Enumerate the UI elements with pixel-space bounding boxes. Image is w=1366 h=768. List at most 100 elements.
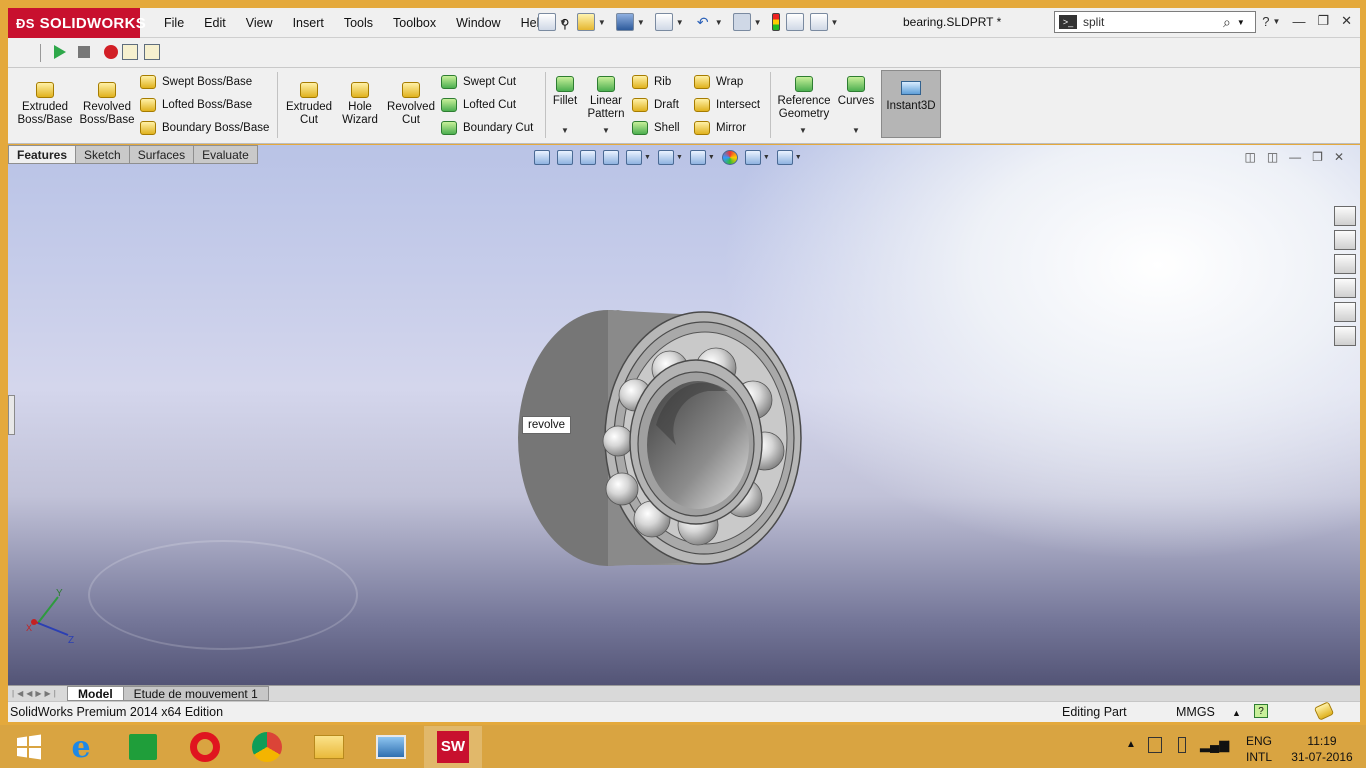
search-box[interactable]: >_ ⌕ ▼ — [1054, 11, 1256, 33]
solidworks-taskbar-button[interactable]: SW — [424, 726, 482, 768]
help-status-icon[interactable]: ? — [1254, 704, 1268, 718]
chevron-down-icon[interactable]: ▼ — [715, 18, 723, 27]
chevron-down-icon[interactable]: ▼ — [676, 18, 684, 27]
menu-insert[interactable]: Insert — [283, 16, 334, 30]
minimize-icon[interactable]: — — [1292, 14, 1305, 29]
menu-tools[interactable]: Tools — [334, 16, 383, 30]
reference-geometry-button[interactable]: Reference Geometry — [774, 76, 834, 121]
chrome-button[interactable] — [238, 726, 296, 768]
linear-pattern-button[interactable]: Linear Pattern — [584, 76, 628, 121]
edition-text: SolidWorks Premium 2014 x64 Edition — [10, 705, 224, 719]
internet-explorer-button[interactable]: e — [52, 726, 110, 768]
revolved-boss-button[interactable]: Revolved Boss/Base — [78, 82, 136, 127]
bearing-model[interactable] — [8, 145, 1360, 685]
open-folder-icon[interactable] — [576, 13, 595, 31]
editing-mode-text: Editing Part — [1062, 705, 1127, 719]
reference-geometry-dropdown-icon[interactable]: ▼ — [799, 126, 807, 135]
mirror-button[interactable]: Mirror — [694, 118, 746, 138]
close-icon[interactable]: ✕ — [1341, 13, 1352, 29]
print-icon[interactable] — [654, 13, 673, 31]
units-chevron-up-icon[interactable]: ▲ — [1232, 708, 1241, 718]
play-macro-icon[interactable] — [54, 45, 66, 59]
lofted-boss-button[interactable]: Lofted Boss/Base — [140, 95, 252, 115]
fillet-button[interactable]: Fillet — [548, 76, 582, 108]
swept-cut-button[interactable]: Swept Cut — [441, 72, 516, 92]
windows-logo-icon — [17, 734, 41, 760]
linear-pattern-dropdown-icon[interactable]: ▼ — [602, 126, 610, 135]
search-icon[interactable]: ⌕ — [1223, 14, 1231, 31]
chevron-down-icon[interactable]: ▼ — [559, 18, 567, 27]
curves-button[interactable]: Curves — [836, 76, 876, 108]
chevron-down-icon[interactable]: ▼ — [831, 18, 839, 27]
draft-button[interactable]: Draft — [632, 95, 679, 115]
unit-system[interactable]: MMGS — [1176, 705, 1215, 719]
action-center-flag-icon[interactable] — [1148, 737, 1162, 753]
hole-wizard-button[interactable]: Hole Wizard — [334, 82, 386, 127]
select-pointer-icon[interactable] — [732, 13, 751, 31]
start-button[interactable] — [0, 726, 58, 768]
new-macro-icon[interactable] — [122, 44, 138, 60]
chevron-down-icon[interactable]: ▼ — [1237, 18, 1245, 27]
solidworks-logo[interactable]: ƉS SOLIDWORKS — [8, 8, 146, 38]
mirror-label: Mirror — [716, 122, 747, 134]
record-macro-icon[interactable] — [104, 45, 118, 59]
extruded-boss-label: Extruded Boss/Base — [17, 101, 73, 126]
battery-icon[interactable] — [1178, 737, 1186, 753]
reference-geometry-label: Reference Geometry — [777, 95, 831, 120]
x-axis-label: X — [26, 623, 32, 633]
swept-boss-button[interactable]: Swept Boss/Base — [140, 72, 252, 92]
shell-icon — [632, 121, 648, 135]
instant3d-label: Instant3D — [886, 100, 936, 112]
clock-time: 11:19 — [1307, 734, 1337, 748]
fillet-dropdown-icon[interactable]: ▼ — [561, 126, 569, 135]
tab-motion-study[interactable]: Etude de mouvement 1 — [122, 686, 269, 701]
wrap-button[interactable]: Wrap — [694, 72, 743, 92]
input-language[interactable]: ENG INTL — [1246, 733, 1272, 765]
options-icon[interactable] — [809, 13, 828, 31]
menu-file[interactable]: File — [154, 16, 194, 30]
lofted-cut-button[interactable]: Lofted Cut — [441, 95, 516, 115]
curves-dropdown-icon[interactable]: ▼ — [852, 126, 860, 135]
stop-macro-icon[interactable] — [78, 46, 90, 58]
opera-button[interactable] — [176, 726, 234, 768]
boundary-cut-button[interactable]: Boundary Cut — [441, 118, 533, 138]
photos-button[interactable] — [362, 726, 420, 768]
chevron-down-icon[interactable]: ▼ — [1273, 17, 1281, 26]
rib-icon — [632, 75, 648, 89]
revolved-cut-button[interactable]: Revolved Cut — [384, 82, 438, 127]
menu-edit[interactable]: Edit — [194, 16, 236, 30]
search-input[interactable] — [1083, 15, 1223, 29]
rib-button[interactable]: Rib — [632, 72, 671, 92]
tab-scroll-arrows[interactable]: |◀◀▶▶| — [8, 689, 68, 698]
new-document-icon[interactable] — [538, 13, 556, 31]
menu-window[interactable]: Window — [446, 16, 510, 30]
extruded-cut-button[interactable]: Extruded Cut — [282, 82, 336, 127]
file-explorer-button[interactable] — [300, 726, 358, 768]
rebuild-traffic-light-icon[interactable] — [771, 13, 780, 31]
file-properties-icon[interactable] — [785, 13, 804, 31]
show-hidden-icons-chevron-up-icon[interactable]: ▲ — [1126, 739, 1136, 750]
instant3d-button[interactable]: Instant3D — [881, 70, 941, 138]
chevron-down-icon[interactable]: ▼ — [637, 18, 645, 27]
menu-view[interactable]: View — [236, 16, 283, 30]
extruded-boss-button[interactable]: Extruded Boss/Base — [16, 82, 74, 127]
shell-button[interactable]: Shell — [632, 118, 680, 138]
ball — [605, 472, 639, 506]
clock[interactable]: 11:19 31-07-2016 — [1287, 733, 1357, 765]
menu-toolbox[interactable]: Toolbox — [383, 16, 446, 30]
tab-model[interactable]: Model — [67, 686, 124, 701]
tag-icon[interactable] — [1313, 701, 1335, 721]
undo-icon[interactable]: ↶ — [693, 13, 712, 31]
chevron-down-icon[interactable]: ▼ — [598, 18, 606, 27]
save-icon[interactable] — [615, 13, 634, 31]
boundary-boss-button[interactable]: Boundary Boss/Base — [140, 118, 269, 138]
linear-pattern-icon — [597, 76, 615, 92]
store-button[interactable] — [114, 726, 172, 768]
graphics-area[interactable]: Features Sketch Surfaces Evaluate ▼ ▼ ▼ … — [8, 145, 1360, 685]
edit-macro-icon[interactable] — [144, 44, 160, 60]
volume-icon[interactable]: 🔈︎ — [1224, 736, 1233, 753]
restore-icon[interactable]: ❐ — [1317, 13, 1329, 29]
intersect-button[interactable]: Intersect — [694, 95, 760, 115]
chevron-down-icon[interactable]: ▼ — [754, 18, 762, 27]
help-icon[interactable]: ? — [1262, 14, 1269, 29]
